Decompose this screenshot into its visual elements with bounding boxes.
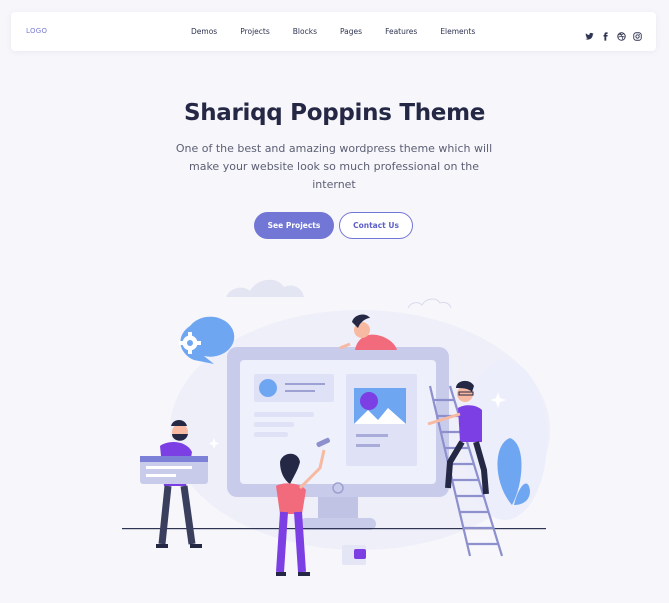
text-line [285, 390, 315, 392]
monitor-neck [318, 497, 358, 519]
profile-avatar [259, 379, 277, 397]
sun-shape [360, 392, 378, 410]
cloud-outline [407, 298, 452, 309]
text-line [254, 412, 314, 417]
text-line [356, 444, 380, 447]
paint-bucket-label [354, 549, 366, 559]
text-line [254, 422, 294, 427]
cloud-shape [226, 279, 304, 297]
text-line [356, 434, 388, 437]
text-line [285, 383, 325, 385]
hero-illustration [122, 279, 550, 576]
text-line [254, 432, 288, 437]
